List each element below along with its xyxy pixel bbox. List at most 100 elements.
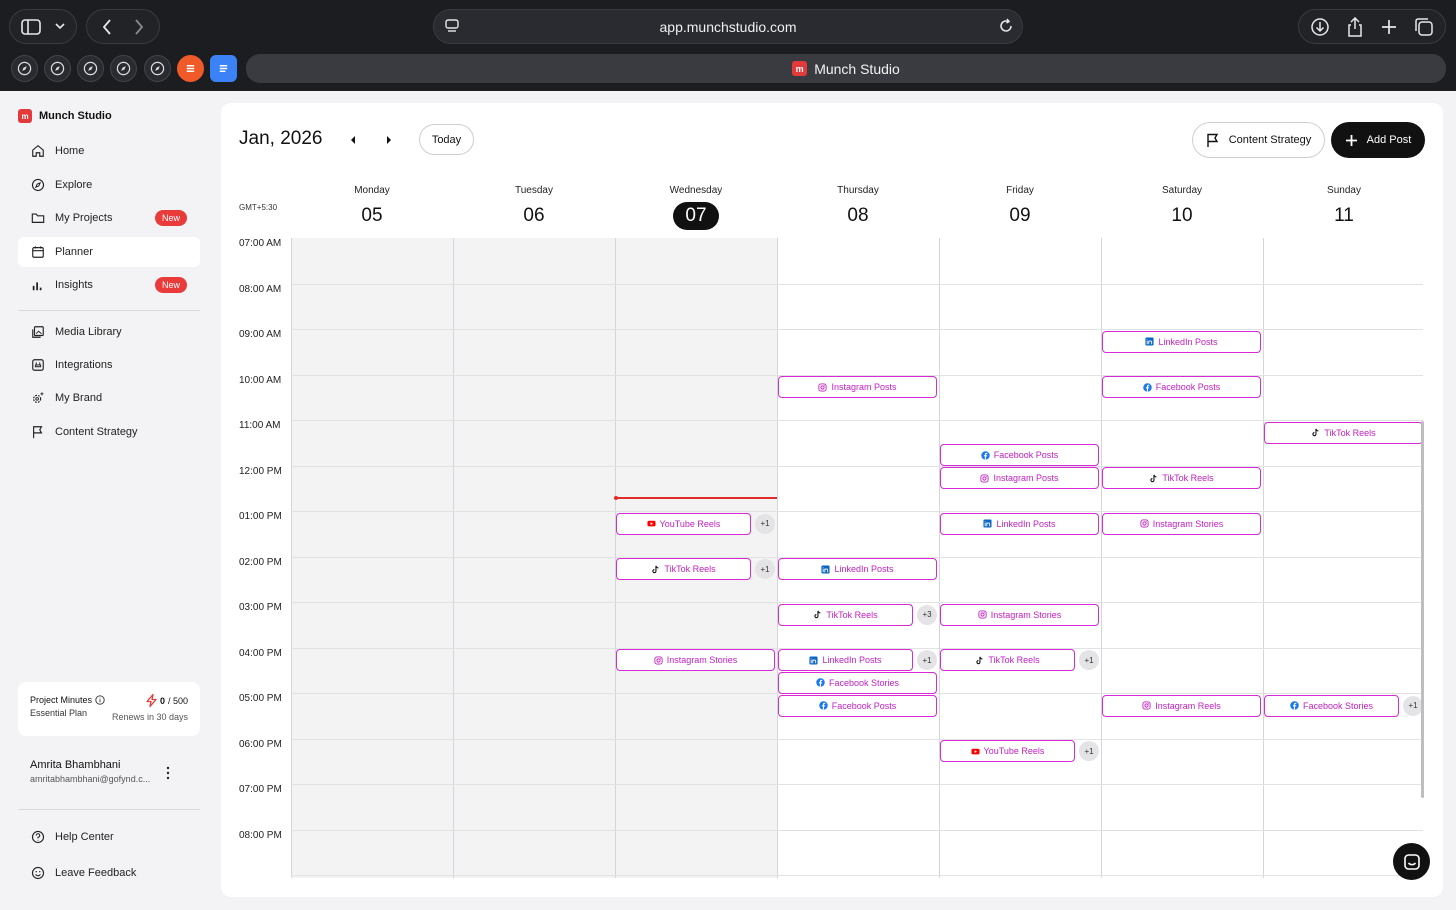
calendar-scrollbar[interactable]: [1421, 421, 1424, 798]
day-header[interactable]: Wednesday 07: [615, 185, 777, 230]
scheduled-post[interactable]: YouTube Reels: [940, 740, 1075, 762]
more-posts-badge[interactable]: +1: [1403, 695, 1423, 716]
scheduled-post[interactable]: TikTok Reels: [778, 603, 913, 626]
flag-icon: [1207, 133, 1218, 147]
instagram-icon: [978, 610, 987, 619]
sidebar-item-media-library[interactable]: Media Library: [18, 317, 200, 347]
scheduled-post[interactable]: LinkedIn Posts: [778, 558, 937, 580]
sidebar-item-leave-feedback[interactable]: Leave Feedback: [18, 858, 200, 888]
day-header[interactable]: Tuesday 06: [453, 185, 615, 230]
scheduled-post[interactable]: Facebook Posts: [940, 444, 1099, 467]
today-button[interactable]: Today: [419, 124, 474, 155]
day-column[interactable]: [939, 238, 1101, 878]
active-tab[interactable]: m Munch Studio: [246, 54, 1446, 83]
day-header[interactable]: Friday 09: [939, 185, 1101, 230]
post-label: Facebook Posts: [831, 700, 897, 711]
download-icon[interactable]: [1310, 17, 1330, 37]
more-posts-badge[interactable]: +1: [755, 513, 775, 534]
more-posts-badge[interactable]: +1: [755, 559, 775, 579]
page-menu-icon[interactable]: [444, 18, 460, 34]
scheduled-post[interactable]: Instagram Stories: [940, 603, 1099, 626]
more-posts-badge[interactable]: +1: [1079, 741, 1099, 761]
scheduled-post[interactable]: Instagram Stories: [1102, 512, 1261, 535]
sidebar-item-explore[interactable]: Explore: [18, 170, 200, 200]
day-header[interactable]: Saturday 10: [1101, 185, 1263, 230]
post-label: TikTok Reels: [826, 609, 878, 620]
prev-week-icon[interactable]: [349, 133, 357, 147]
tabs-overview-icon[interactable]: [1414, 17, 1434, 37]
bar-chart-icon: [32, 282, 42, 291]
scheduled-post[interactable]: Facebook Stories: [1264, 694, 1399, 717]
scheduled-post[interactable]: YouTube Reels: [616, 512, 751, 535]
scheduled-post[interactable]: TikTok Reels: [940, 649, 1075, 671]
scheduled-post[interactable]: Instagram Reels: [1102, 694, 1261, 717]
user-profile[interactable]: Amrita Bhambhani amritabhambhani@gofynd.…: [30, 759, 150, 784]
sidebar-item-integrations[interactable]: Integrations: [18, 350, 200, 380]
more-posts-badge[interactable]: +1: [1079, 650, 1099, 670]
scheduled-post[interactable]: TikTok Reels: [1102, 467, 1261, 489]
user-email: amritabhambhani@gofynd.c...: [30, 774, 151, 784]
day-header[interactable]: Monday 05: [291, 185, 453, 230]
more-posts-badge[interactable]: +3: [917, 604, 937, 625]
time-label: 02:00 PM: [239, 556, 282, 568]
hour-gridline: [291, 511, 1423, 512]
project-minutes-card[interactable]: Project Minutes Essential Plan 0 / 500 R…: [18, 682, 200, 736]
favorite-compass-icon[interactable]: [144, 55, 171, 82]
day-column[interactable]: [291, 238, 453, 878]
scheduled-post[interactable]: Instagram Stories: [616, 649, 775, 671]
scheduled-post[interactable]: LinkedIn Posts: [940, 512, 1099, 535]
favorite-compass-icon[interactable]: [110, 55, 137, 82]
sidebar-item-my-projects[interactable]: My Projects New: [18, 203, 200, 233]
day-name: Tuesday: [515, 185, 553, 196]
time-label: 09:00 AM: [239, 329, 282, 340]
scheduled-post[interactable]: LinkedIn Posts: [1102, 330, 1261, 353]
day-column[interactable]: [1263, 238, 1425, 878]
favorite-docs-icon[interactable]: [210, 55, 237, 82]
scheduled-post[interactable]: TikTok Reels: [1264, 421, 1423, 444]
day-header[interactable]: Thursday 08: [777, 185, 939, 230]
share-icon[interactable]: [1346, 16, 1364, 37]
scheduled-post[interactable]: Facebook Stories: [778, 671, 937, 694]
favorite-compass-icon[interactable]: [11, 55, 38, 82]
sidebar-item-content-strategy[interactable]: Content Strategy: [18, 417, 200, 447]
calendar-grid[interactable]: YouTube Reels +1 TikTok Reels +1 Instagram S…: [291, 238, 1423, 878]
time-label: 01:00 PM: [239, 511, 282, 522]
more-posts-badge[interactable]: +1: [917, 650, 937, 670]
facebook-icon: [818, 701, 828, 710]
minutes-plan: Essential Plan: [30, 708, 88, 718]
scheduled-post[interactable]: LinkedIn Posts: [778, 649, 913, 671]
forward-icon[interactable]: [134, 18, 144, 35]
help-icon: [31, 830, 45, 844]
sidebar-item-insights[interactable]: Insights New: [18, 270, 200, 300]
favorite-compass-icon[interactable]: [44, 55, 71, 82]
sidebar-item-home[interactable]: Home: [18, 136, 200, 166]
linkedin-icon: [809, 655, 819, 665]
chat-support-button[interactable]: [1393, 843, 1430, 880]
scheduled-post[interactable]: TikTok Reels: [616, 558, 751, 580]
add-post-button[interactable]: Add Post: [1331, 122, 1425, 158]
new-tab-icon[interactable]: [1380, 18, 1398, 36]
scheduled-post[interactable]: Instagram Posts: [778, 376, 937, 398]
scheduled-post[interactable]: Instagram Posts: [940, 467, 1099, 489]
favorite-app-icon-orange[interactable]: [177, 55, 204, 82]
post-label: YouTube Reels: [659, 518, 721, 529]
content-strategy-button[interactable]: Content Strategy: [1192, 122, 1325, 158]
brand[interactable]: m Munch Studio: [18, 109, 112, 123]
scheduled-post[interactable]: Facebook Posts: [1102, 376, 1261, 398]
back-icon[interactable]: [102, 18, 112, 35]
favorite-compass-icon[interactable]: [77, 55, 104, 82]
post-label: LinkedIn Posts: [996, 518, 1056, 529]
day-header[interactable]: Sunday 11: [1263, 185, 1425, 230]
sidebar-item-planner[interactable]: Planner: [18, 237, 200, 267]
sidebar-toggle-button[interactable]: [9, 9, 77, 44]
next-week-icon[interactable]: [385, 133, 393, 147]
scheduled-post[interactable]: Facebook Posts: [778, 694, 937, 717]
reload-icon[interactable]: [998, 18, 1014, 34]
more-vertical-icon[interactable]: [165, 766, 171, 780]
sidebar-item-my-brand[interactable]: My Brand: [18, 383, 200, 413]
info-icon[interactable]: [95, 695, 105, 705]
time-label: 06:00 PM: [239, 738, 282, 750]
address-bar[interactable]: app.munchstudio.com: [433, 9, 1023, 44]
sidebar-item-help-center[interactable]: Help Center: [18, 822, 200, 852]
day-column[interactable]: [453, 238, 615, 878]
